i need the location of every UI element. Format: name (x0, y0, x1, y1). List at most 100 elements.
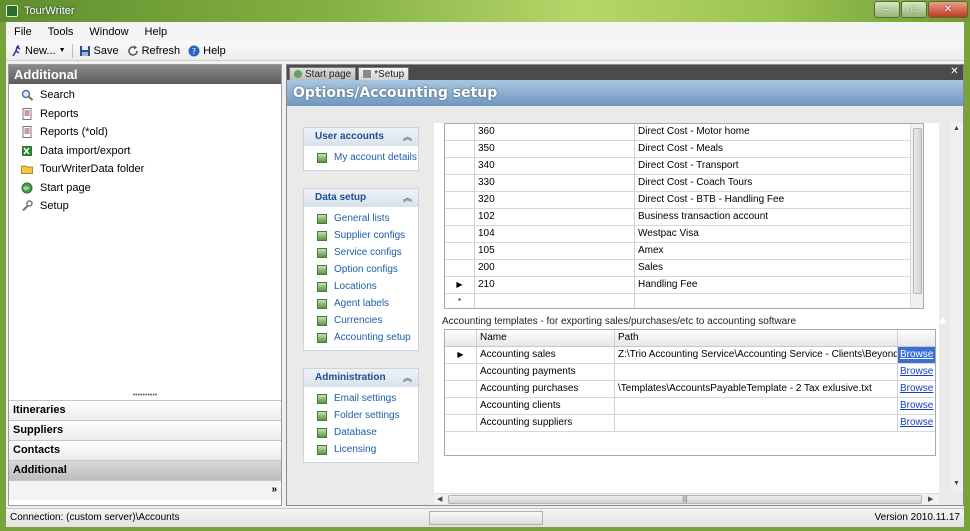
scrollbar-thumb[interactable]: ||| (448, 495, 922, 504)
template-path-cell[interactable] (615, 415, 898, 431)
description-cell[interactable]: Direct Cost - Coach Tours (635, 175, 911, 191)
browse-link[interactable]: Browse (898, 381, 935, 397)
help-button[interactable]: ? Help (184, 45, 230, 57)
link-agent-labels[interactable]: Agent labels (304, 295, 418, 312)
section-contacts[interactable]: Contacts (9, 440, 281, 460)
column-header-path[interactable]: Path (615, 330, 898, 346)
tab-setup[interactable]: *Setup (358, 67, 410, 80)
row-selector[interactable] (445, 192, 475, 208)
table-row[interactable]: 320 Direct Cost - BTB - Handling Fee (445, 192, 923, 209)
codes-grid-scrollbar[interactable] (910, 124, 923, 308)
scrollbar-thumb[interactable] (913, 128, 922, 294)
description-cell[interactable]: Direct Cost - Motor home (635, 124, 911, 140)
current-row-arrow-icon[interactable]: ▶ (445, 277, 475, 293)
minimize-button[interactable]: – (874, 1, 900, 18)
table-row[interactable]: 104 Westpac Visa (445, 226, 923, 243)
close-tab-icon[interactable]: ✕ (949, 66, 960, 77)
table-row[interactable]: Accounting clients Browse (445, 398, 935, 415)
refresh-button[interactable]: Refresh (123, 45, 185, 57)
code-cell[interactable]: 104 (475, 226, 635, 242)
administration-header[interactable]: Administration ︽ (304, 369, 418, 387)
template-path-cell[interactable]: Z:\Trio Accounting Service\Accounting Se… (615, 347, 898, 363)
row-selector[interactable] (445, 141, 475, 157)
code-cell[interactable]: 105 (475, 243, 635, 259)
code-cell[interactable] (475, 294, 635, 308)
table-row[interactable]: 350 Direct Cost - Meals (445, 141, 923, 158)
link-general-lists[interactable]: General lists (304, 210, 418, 227)
scroll-left-arrow-icon[interactable]: ◀ (437, 495, 442, 503)
close-button[interactable]: ✕ (928, 1, 968, 18)
nav-item-tourwriterdata-folder[interactable]: TourWriterData folder (9, 160, 281, 179)
link-currencies[interactable]: Currencies (304, 312, 418, 329)
table-row[interactable]: Accounting payments Browse (445, 364, 935, 381)
row-selector[interactable] (445, 209, 475, 225)
table-row[interactable]: ▶ 210 Handling Fee (445, 277, 923, 294)
template-name-cell[interactable]: Accounting sales (477, 347, 615, 363)
menu-file[interactable]: File (6, 26, 40, 38)
table-row[interactable]: 340 Direct Cost - Transport (445, 158, 923, 175)
template-name-cell[interactable]: Accounting purchases (477, 381, 615, 397)
scroll-up-arrow-icon[interactable]: ▲ (953, 125, 960, 132)
content-horizontal-scrollbar[interactable]: ◀ ||| ▶ (434, 493, 939, 505)
new-row-marker[interactable]: * (445, 294, 475, 308)
menu-help[interactable]: Help (137, 26, 176, 38)
table-row[interactable]: 200 Sales (445, 260, 923, 277)
save-button[interactable]: Save (75, 45, 123, 57)
code-cell[interactable]: 340 (475, 158, 635, 174)
nav-item-reports-old[interactable]: Reports (*old) (9, 123, 281, 142)
code-cell[interactable]: 200 (475, 260, 635, 276)
row-selector[interactable] (445, 158, 475, 174)
browse-link[interactable]: Browse (898, 347, 935, 363)
menu-window[interactable]: Window (81, 26, 136, 38)
new-row[interactable]: * (445, 294, 923, 308)
link-service-configs[interactable]: Service configs (304, 244, 418, 261)
link-option-configs[interactable]: Option configs (304, 261, 418, 278)
link-database[interactable]: Database (304, 424, 418, 441)
content-vertical-scrollbar[interactable]: ▲ ▼ (950, 123, 963, 491)
template-name-cell[interactable]: Accounting payments (477, 364, 615, 380)
link-licensing[interactable]: Licensing (304, 441, 418, 458)
template-path-cell[interactable] (615, 398, 898, 414)
description-cell[interactable]: Direct Cost - BTB - Handling Fee (635, 192, 911, 208)
section-itineraries[interactable]: Itineraries (9, 400, 281, 420)
data-setup-header[interactable]: Data setup ︽ (304, 189, 418, 207)
browse-link[interactable]: Browse (898, 415, 935, 431)
description-cell[interactable]: Direct Cost - Meals (635, 141, 911, 157)
dropdown-arrow-icon[interactable]: ▼ (59, 47, 66, 54)
chevron-double-right-icon[interactable]: » (271, 484, 277, 495)
link-folder-settings[interactable]: Folder settings (304, 407, 418, 424)
table-row[interactable]: 102 Business transaction account (445, 209, 923, 226)
description-cell[interactable]: Westpac Visa (635, 226, 911, 242)
code-cell[interactable]: 360 (475, 124, 635, 140)
user-accounts-header[interactable]: User accounts ︽ (304, 128, 418, 146)
template-name-cell[interactable]: Accounting suppliers (477, 415, 615, 431)
code-cell[interactable]: 330 (475, 175, 635, 191)
table-row[interactable]: ▶ Accounting sales Z:\Trio Accounting Se… (445, 347, 935, 364)
code-cell[interactable]: 320 (475, 192, 635, 208)
nav-item-reports[interactable]: Reports (9, 105, 281, 124)
description-cell[interactable]: Handling Fee (635, 277, 911, 293)
link-locations[interactable]: Locations (304, 278, 418, 295)
nav-item-search[interactable]: Search (9, 86, 281, 105)
nav-item-data-import-export[interactable]: Data import/export (9, 142, 281, 161)
link-email-settings[interactable]: Email settings (304, 390, 418, 407)
table-row[interactable]: 330 Direct Cost - Coach Tours (445, 175, 923, 192)
row-selector[interactable] (445, 260, 475, 276)
collapse-chevron-icon[interactable]: ︽ (403, 128, 412, 146)
new-button[interactable]: New... ▼ (6, 45, 70, 57)
section-additional[interactable]: Additional (9, 460, 281, 480)
scroll-down-arrow-icon[interactable]: ▼ (953, 480, 960, 487)
code-cell[interactable]: 210 (475, 277, 635, 293)
table-row[interactable]: Accounting purchases \Templates\Accounts… (445, 381, 935, 398)
table-row[interactable]: Accounting suppliers Browse (445, 415, 935, 432)
row-selector[interactable] (445, 364, 477, 380)
code-cell[interactable]: 350 (475, 141, 635, 157)
column-header-name[interactable]: Name (477, 330, 615, 346)
nav-item-setup[interactable]: Setup (9, 197, 281, 216)
description-cell[interactable]: Amex (635, 243, 911, 259)
code-cell[interactable]: 102 (475, 209, 635, 225)
row-selector[interactable] (445, 398, 477, 414)
browse-link[interactable]: Browse (898, 364, 935, 380)
row-selector[interactable] (445, 381, 477, 397)
row-selector[interactable] (445, 226, 475, 242)
